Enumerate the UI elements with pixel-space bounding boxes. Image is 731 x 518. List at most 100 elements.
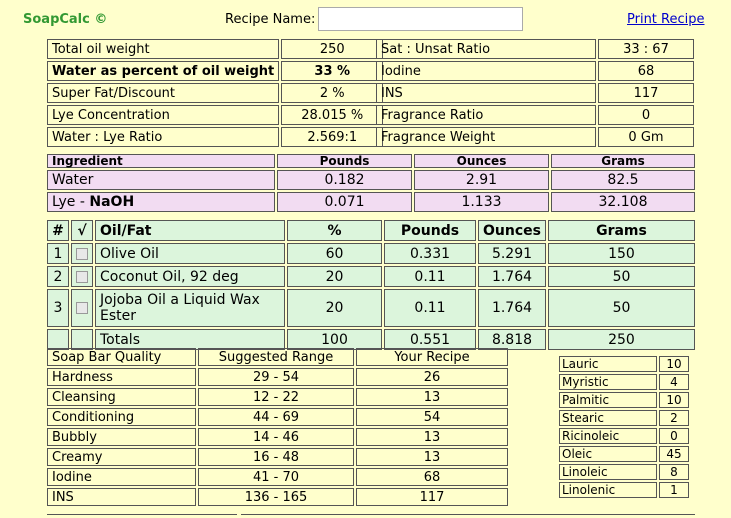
summary-value: 250 [281, 39, 384, 59]
oil-grams: 50 [547, 266, 695, 287]
quality-row: Bubbly 14 - 46 13 [47, 428, 508, 446]
bottom-divider [241, 514, 695, 518]
soap-quality-table: Soap Bar Quality Suggested Range Your Re… [45, 346, 510, 508]
quality-range: 44 - 69 [198, 408, 354, 426]
quality-header: Soap Bar Quality [47, 348, 196, 366]
quality-row: Hardness 29 - 54 26 [47, 368, 508, 386]
quality-range: 16 - 48 [198, 448, 354, 466]
oil-ounces: 5.291 [478, 243, 546, 264]
quality-range: 29 - 54 [198, 368, 354, 386]
ingredient-pounds: 0.182 [277, 170, 412, 190]
fatty-acid-row: Palmitic 10 [559, 392, 689, 408]
quality-range: 136 - 165 [198, 488, 354, 506]
pounds-header: Pounds [277, 154, 412, 168]
quality-range: 14 - 46 [198, 428, 354, 446]
your-recipe-header: Your Recipe [356, 348, 508, 366]
fatty-acid-row: Ricinoleic 0 [559, 428, 689, 444]
quality-name: Hardness [47, 368, 196, 386]
summary-label: Total oil weight [47, 39, 280, 59]
ingredient-name: Water [47, 170, 275, 190]
oil-pct: 60 [287, 243, 382, 264]
fatty-acid-table: Lauric 10 Myristic 4 Palmitic 10 Stearic 2 Ricin… [557, 354, 691, 500]
summary-row: Fragrance Weight 0 Gm [376, 127, 694, 147]
oil-name-header: Oil/Fat [95, 220, 285, 241]
oils-table: # √ Oil/Fat % Pounds Ounces Grams 1 Oliv… [45, 218, 697, 352]
summary-table-left: Total oil weight 250 Water as percent of o… [45, 37, 385, 149]
fatty-acid-name: Linolenic [559, 482, 657, 498]
summary-label: Sat : Unsat Ratio [376, 39, 596, 59]
quality-name: Conditioning [47, 408, 196, 426]
oil-number: 2 [47, 266, 69, 287]
summary-label: Fragrance Weight [376, 127, 596, 147]
fatty-acid-value: 8 [659, 464, 689, 480]
fatty-acid-row: Stearic 2 [559, 410, 689, 426]
oil-row: 2 Coconut Oil, 92 deg 20 0.11 1.764 50 [47, 266, 695, 287]
summary-label: Fragrance Ratio [376, 105, 596, 125]
summary-label: Lye Concentration [47, 105, 280, 125]
oil-row: 3 Jojoba Oil a Liquid Wax Ester 20 0.11 … [47, 289, 695, 327]
oil-pounds: 0.331 [384, 243, 476, 264]
oil-row: 1 Olive Oil 60 0.331 5.291 150 [47, 243, 695, 264]
checkbox-icon[interactable] [76, 247, 88, 260]
summary-row: Water as percent of oil weight 33 % [47, 61, 384, 81]
ingredient-row-water: Water 0.182 2.91 82.5 [47, 170, 695, 190]
oil-checkbox[interactable] [71, 266, 93, 287]
recipe-name-label: Recipe Name: [225, 12, 316, 27]
ingredient-grams: 32.108 [551, 192, 695, 212]
summary-row: INS 117 [376, 83, 694, 103]
oil-number: 1 [47, 243, 69, 264]
summary-table-right: Sat : Unsat Ratio 33 : 67 Iodine 68 INS 117 Fr… [374, 37, 696, 149]
app-title: SoapCalc © [23, 12, 108, 27]
oil-name: Olive Oil [95, 243, 285, 264]
summary-label: Water : Lye Ratio [47, 127, 280, 147]
quality-range: 41 - 70 [198, 468, 354, 486]
ounces-header: Ounces [414, 154, 549, 168]
quality-value: 13 [356, 388, 508, 406]
fatty-acid-name: Palmitic [559, 392, 657, 408]
quality-row: Iodine 41 - 70 68 [47, 468, 508, 486]
quality-row: Cleansing 12 - 22 13 [47, 388, 508, 406]
summary-row: Lye Concentration 28.015 % [47, 105, 384, 125]
ingredient-header: Ingredient [47, 154, 275, 168]
quality-row: Conditioning 44 - 69 54 [47, 408, 508, 426]
quality-value: 26 [356, 368, 508, 386]
summary-value: 28.015 % [281, 105, 384, 125]
quality-value: 54 [356, 408, 508, 426]
print-recipe-link[interactable]: Print Recipe [627, 12, 705, 27]
fatty-acid-name: Stearic [559, 410, 657, 426]
summary-value: 33 % [281, 61, 384, 81]
quality-row: Creamy 16 - 48 13 [47, 448, 508, 466]
summary-label: Super Fat/Discount [47, 83, 280, 103]
oil-pounds: 0.11 [384, 266, 476, 287]
oil-grams: 150 [547, 243, 695, 264]
quality-name: Cleansing [47, 388, 196, 406]
recipe-name-input[interactable] [318, 7, 523, 31]
oil-checkbox[interactable] [71, 243, 93, 264]
summary-value: 68 [598, 61, 694, 81]
summary-row: Water : Lye Ratio 2.569:1 [47, 127, 384, 147]
fatty-acid-value: 10 [659, 356, 689, 372]
oil-number: 3 [47, 289, 69, 327]
totals-grams: 250 [547, 329, 695, 350]
summary-label: Iodine [376, 61, 596, 81]
summary-value: 33 : 67 [598, 39, 694, 59]
summary-row: Sat : Unsat Ratio 33 : 67 [376, 39, 694, 59]
checkbox-icon[interactable] [76, 302, 88, 314]
fatty-acid-value: 0 [659, 428, 689, 444]
oil-name: Coconut Oil, 92 deg [95, 266, 285, 287]
ounces-header: Ounces [478, 220, 546, 241]
fatty-acid-name: Oleic [559, 446, 657, 462]
ingredient-ounces: 1.133 [414, 192, 549, 212]
ingredient-ounces: 2.91 [414, 170, 549, 190]
fatty-acid-name: Ricinoleic [559, 428, 657, 444]
quality-range: 12 - 22 [198, 388, 354, 406]
summary-row: Fragrance Ratio 0 [376, 105, 694, 125]
oil-checkbox[interactable] [71, 289, 93, 327]
ingredient-row-lye: Lye - NaOH 0.071 1.133 32.108 [47, 192, 695, 212]
checkbox-icon[interactable] [76, 270, 88, 283]
quality-name: Bubbly [47, 428, 196, 446]
fatty-acid-value: 2 [659, 410, 689, 426]
fatty-acid-row: Lauric 10 [559, 356, 689, 372]
fatty-acid-value: 1 [659, 482, 689, 498]
fatty-acid-row: Linolenic 1 [559, 482, 689, 498]
